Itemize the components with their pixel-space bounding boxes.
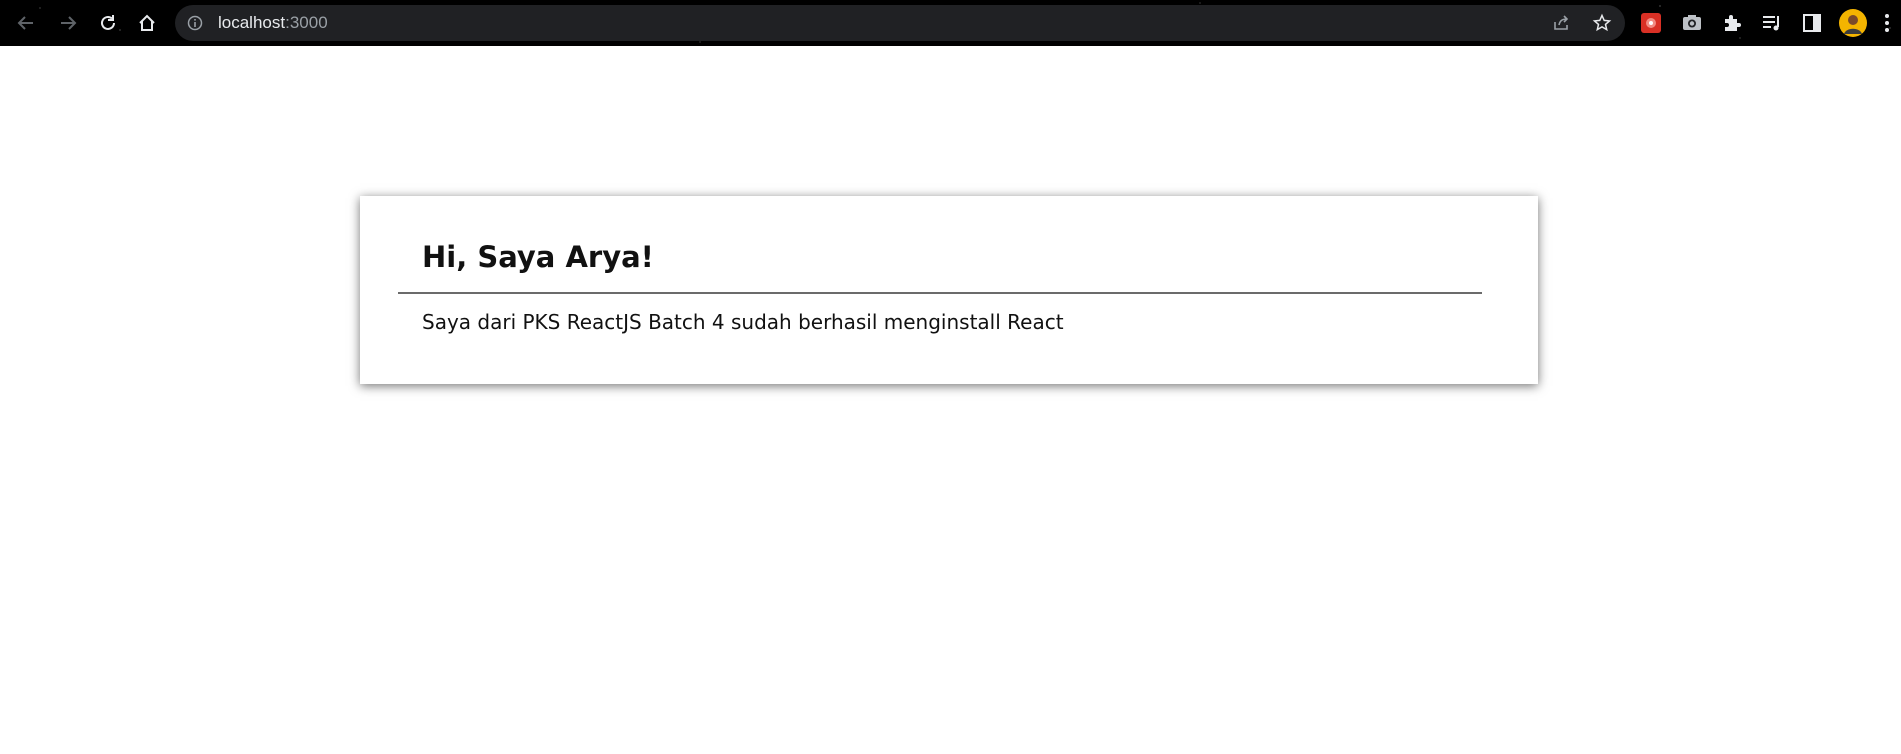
reload-icon bbox=[101, 15, 115, 30]
intro-text: Saya dari PKS ReactJS Batch 4 sudah berh… bbox=[422, 310, 1064, 334]
media-button[interactable] bbox=[1760, 11, 1784, 35]
url-host: localhost bbox=[218, 13, 286, 32]
camera-button[interactable] bbox=[1680, 11, 1704, 35]
back-button[interactable] bbox=[10, 7, 42, 39]
star-icon[interactable] bbox=[1592, 13, 1612, 33]
side-panel-button[interactable] bbox=[1800, 11, 1824, 35]
home-icon bbox=[139, 14, 155, 31]
side-panel-icon bbox=[1803, 14, 1821, 32]
menu-button[interactable] bbox=[1879, 11, 1895, 35]
home-button[interactable] bbox=[131, 7, 163, 39]
url-text[interactable]: localhost:3000 bbox=[218, 13, 328, 33]
intro-card: Hi, Saya Arya! Saya dari PKS ReactJS Bat… bbox=[360, 196, 1538, 384]
divider bbox=[398, 292, 1482, 294]
media-list-icon bbox=[1763, 16, 1779, 31]
profile-avatar[interactable] bbox=[1838, 8, 1868, 38]
arrow-left-icon bbox=[17, 16, 33, 30]
extension-red-button[interactable] bbox=[1639, 11, 1663, 35]
share-icon[interactable] bbox=[1551, 13, 1571, 33]
forward-button[interactable] bbox=[52, 7, 84, 39]
address-bar[interactable]: localhost:3000 bbox=[175, 5, 1625, 41]
reload-button[interactable] bbox=[92, 7, 124, 39]
camera-icon bbox=[1683, 15, 1701, 30]
extension-red-icon bbox=[1641, 13, 1661, 33]
browser-toolbar: localhost:3000 bbox=[0, 0, 1901, 46]
extensions-button[interactable] bbox=[1720, 11, 1744, 35]
arrow-right-icon bbox=[61, 16, 77, 30]
puzzle-icon bbox=[1725, 15, 1741, 31]
avatar-icon bbox=[1839, 9, 1867, 37]
url-port: :3000 bbox=[285, 13, 328, 32]
page-heading: Hi, Saya Arya! bbox=[422, 240, 654, 274]
kebab-menu-icon bbox=[1885, 14, 1889, 32]
info-icon[interactable] bbox=[187, 15, 203, 31]
